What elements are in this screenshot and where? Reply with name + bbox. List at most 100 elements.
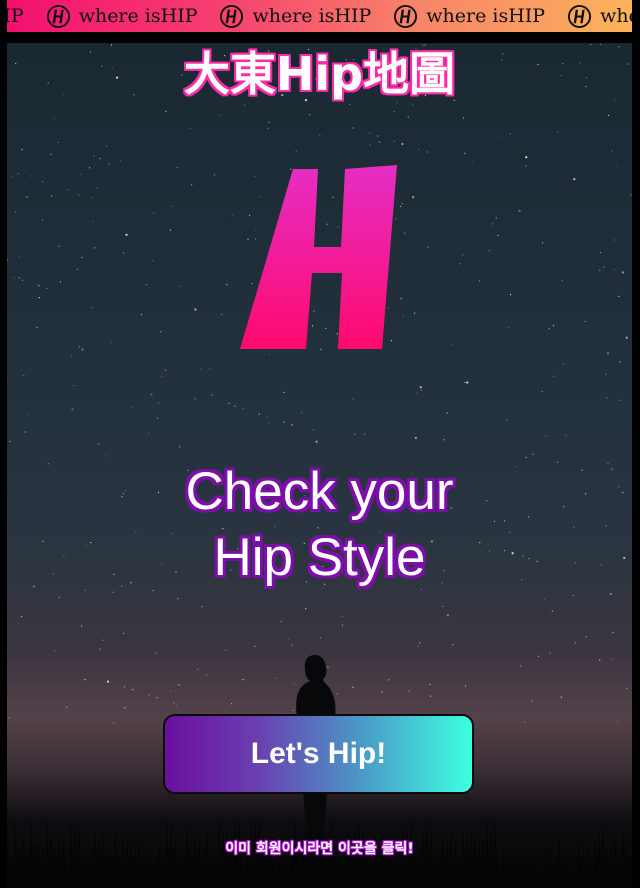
marquee-track: isHIP where isHIP where isHIP where isHIP w… (7, 0, 632, 32)
star (500, 136, 502, 138)
star (364, 433, 366, 435)
star (341, 624, 343, 626)
star (584, 320, 586, 323)
star (9, 440, 11, 443)
lets-hip-button[interactable]: Let's Hip! (163, 714, 474, 794)
star (89, 167, 91, 169)
star (412, 104, 414, 106)
star (258, 413, 260, 415)
star (283, 391, 285, 393)
star (381, 691, 383, 693)
star (599, 269, 601, 271)
star (612, 632, 614, 634)
star (419, 386, 422, 389)
star (268, 121, 270, 123)
star (254, 645, 256, 647)
star (108, 163, 110, 165)
star (609, 593, 612, 596)
star (416, 392, 418, 394)
star (459, 263, 461, 265)
star (268, 353, 270, 355)
star (78, 194, 80, 196)
star (429, 695, 432, 697)
star (161, 375, 163, 377)
marquee-text: where isHIP (78, 5, 198, 27)
star (619, 361, 621, 363)
star (402, 315, 404, 318)
star (531, 700, 533, 702)
star (71, 408, 74, 411)
star (58, 596, 60, 598)
star (103, 455, 105, 457)
star (399, 205, 402, 208)
star (401, 142, 404, 146)
star (169, 229, 172, 231)
star (171, 205, 173, 207)
star (197, 668, 199, 670)
star (400, 298, 402, 300)
star (549, 652, 551, 654)
star (446, 412, 448, 414)
banner-divider (7, 32, 632, 43)
page-title: 大東Hip地圖 (183, 47, 456, 101)
star (497, 234, 499, 237)
star (46, 287, 48, 289)
star (140, 314, 143, 316)
star (619, 399, 621, 401)
star (98, 443, 100, 445)
star (123, 632, 125, 635)
star (532, 453, 534, 455)
star (342, 615, 344, 617)
star (442, 605, 444, 608)
star (194, 308, 197, 311)
headline-line-2: Hip Style (213, 528, 426, 587)
star (96, 187, 98, 189)
brand-h-logo-icon (240, 165, 397, 349)
star (231, 215, 233, 217)
marquee-banner: isHIP where isHIP where isHIP where isHIP w… (7, 0, 632, 32)
star (611, 658, 613, 661)
star (178, 684, 180, 686)
star (234, 405, 236, 407)
star (59, 281, 62, 283)
star (560, 696, 562, 698)
star (352, 127, 354, 129)
star (201, 606, 203, 608)
star (426, 151, 428, 153)
star (122, 252, 125, 254)
marquee-text: where isHIP (252, 5, 372, 27)
star (615, 165, 617, 167)
h-badge-icon (568, 4, 592, 28)
star (520, 665, 522, 667)
marquee-text: isHIP (7, 5, 24, 27)
marquee-item: where isHIP (219, 0, 371, 32)
existing-member-login-link[interactable]: 이미 회원이시라면 이곳을 클릭! (7, 838, 632, 858)
star (7, 259, 8, 261)
star (199, 368, 201, 370)
star (148, 432, 150, 434)
star (107, 680, 110, 683)
star (630, 194, 632, 196)
star (124, 707, 126, 709)
star (81, 256, 83, 258)
star (18, 277, 20, 279)
star (244, 104, 246, 106)
star (506, 419, 508, 421)
star (556, 131, 559, 133)
star (10, 176, 13, 178)
star (525, 456, 527, 459)
star (38, 285, 40, 287)
star (176, 166, 178, 169)
star (280, 620, 282, 623)
star (99, 648, 101, 650)
star (407, 116, 409, 118)
star (537, 655, 540, 657)
star (189, 127, 191, 129)
star (150, 393, 153, 396)
star (155, 652, 157, 654)
star (267, 127, 269, 129)
star (412, 196, 415, 199)
star (76, 268, 78, 270)
star (525, 156, 528, 159)
star (543, 599, 545, 601)
